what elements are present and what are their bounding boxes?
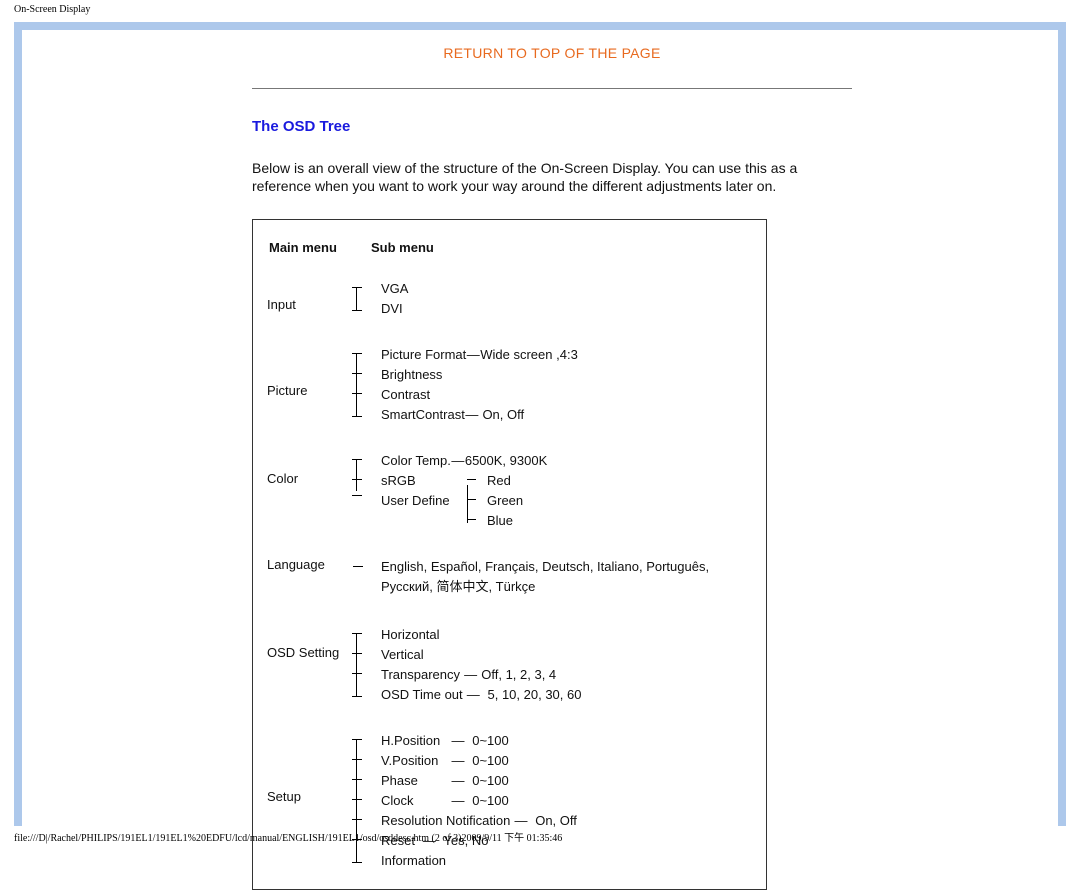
section-heading: The OSD Tree [252, 117, 852, 137]
sub-contrast: Contrast [359, 385, 752, 405]
page: On-Screen Display RETURN TO TOP OF THE P… [0, 0, 1080, 848]
col-sub: Sub menu [371, 240, 434, 277]
group-language: Language English, Español, Français, Deu… [267, 557, 752, 599]
group-color: Color Color Temp.—6500K, 9300K sRGB Red [267, 451, 752, 531]
page-header-small: On-Screen Display [14, 4, 90, 15]
column-headers: Main menu Sub menu [267, 238, 436, 279]
main-color: Color [267, 471, 347, 488]
sub-phase: Phase— 0~100 [359, 771, 752, 791]
return-to-top-link[interactable]: RETURN TO TOP OF THE PAGE [252, 44, 852, 62]
sub-horizontal: Horizontal [359, 625, 752, 645]
outer-frame: RETURN TO TOP OF THE PAGE The OSD Tree B… [14, 22, 1066, 826]
group-osd-setting: OSD Setting Horizontal Vertical Transpar… [267, 625, 752, 705]
sub-vposition: V.Position— 0~100 [359, 751, 752, 771]
ud-green: Green [487, 491, 523, 511]
tree-groups: Input VGA DVI Picture [267, 279, 752, 871]
sub-osd-timeout: OSD Time out — 5, 10, 20, 30, 60 [359, 685, 752, 705]
main-picture: Picture [267, 383, 347, 400]
group-picture: Picture Picture Format—Wide screen ,4:3 … [267, 345, 752, 425]
ud-blue-row: Blue [359, 511, 752, 531]
main-input: Input [267, 297, 347, 314]
sub-information: Information [359, 851, 752, 871]
sub-dvi: DVI [359, 299, 752, 319]
group-setup: Setup H.Position— 0~100 V.Positi [267, 731, 752, 871]
main-setup: Setup [267, 789, 347, 806]
group-input: Input VGA DVI [267, 279, 752, 319]
sub-brightness: Brightness [359, 365, 752, 385]
sub-vertical: Vertical [359, 645, 752, 665]
ud-blue: Blue [487, 511, 513, 531]
sub-smartcontrast: SmartContrast— On, Off [359, 405, 752, 425]
sub-languages: English, Español, Français, Deutsch, Ita… [359, 557, 752, 597]
osd-tree-diagram: Main menu Sub menu Input VGA DVI [252, 219, 767, 890]
main-content: RETURN TO TOP OF THE PAGE The OSD Tree B… [252, 44, 852, 890]
sub-clock: Clock— 0~100 [359, 791, 752, 811]
sub-hposition: H.Position— 0~100 [359, 731, 752, 751]
sub-srgb: sRGB Red [359, 471, 752, 491]
sub-user-define: User Define Green [359, 491, 752, 511]
main-language: Language [267, 557, 347, 574]
main-osd: OSD Setting [267, 645, 347, 662]
sub-vga: VGA [359, 279, 752, 299]
divider [252, 88, 852, 89]
intro-paragraph: Below is an overall view of the structur… [252, 159, 852, 195]
sub-res-notif: Resolution Notification — On, Off [359, 811, 752, 831]
content-area: RETURN TO TOP OF THE PAGE The OSD Tree B… [22, 30, 1058, 826]
col-main: Main menu [269, 240, 369, 277]
sub-color-temp: Color Temp.—6500K, 9300K [359, 451, 752, 471]
sub-picture-format: Picture Format—Wide screen ,4:3 [359, 345, 752, 365]
footer-file-path: file:///D|/Rachel/PHILIPS/191EL1/191EL1%… [14, 829, 562, 844]
sub-transparency: Transparency — Off, 1, 2, 3, 4 [359, 665, 752, 685]
ud-red: Red [487, 471, 511, 491]
